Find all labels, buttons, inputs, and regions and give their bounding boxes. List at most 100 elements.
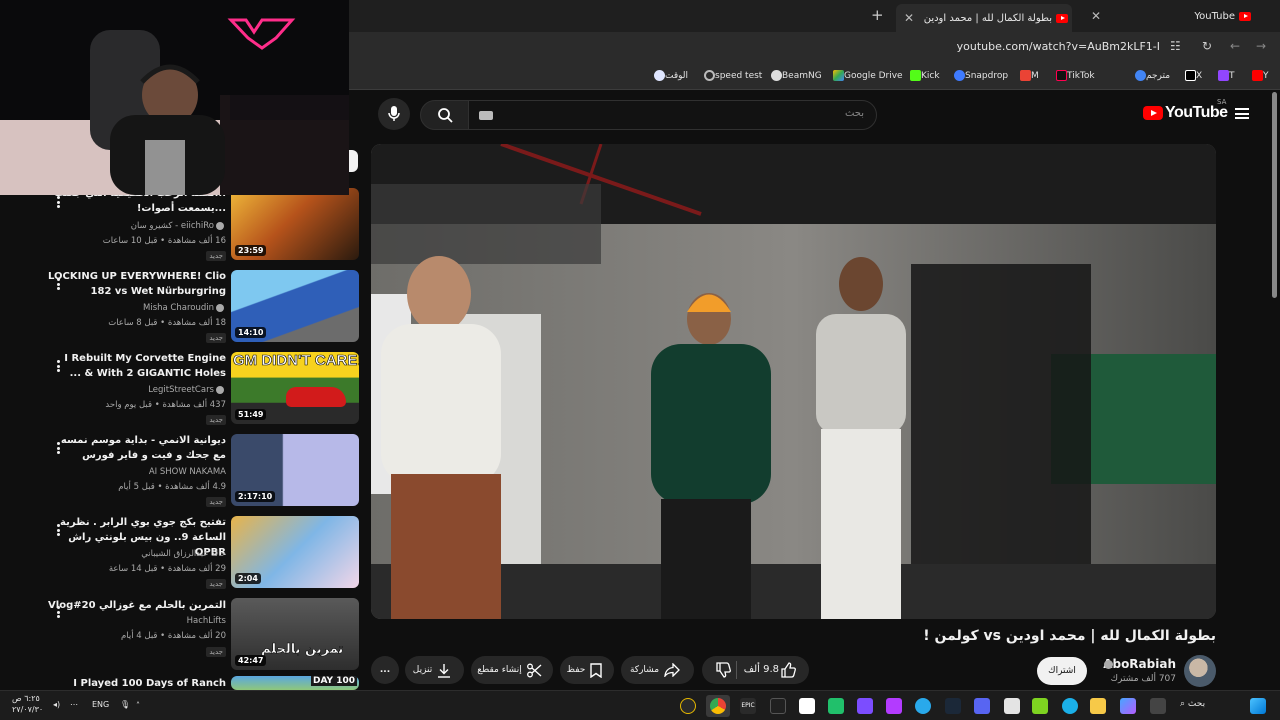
save-button[interactable]: حفظ bbox=[560, 656, 614, 684]
rec-title[interactable]: I Rebuilt My Corvette Engine With 2 GIGA… bbox=[46, 351, 226, 381]
volume-icon[interactable]: ◂) bbox=[53, 700, 60, 709]
nvidia-icon[interactable] bbox=[1032, 698, 1048, 714]
menu-icon[interactable] bbox=[1235, 108, 1249, 119]
rec-channel[interactable]: eiichiRo - كشيرو سان bbox=[26, 221, 226, 231]
video-thumbnail[interactable]: 2:04 bbox=[231, 516, 359, 588]
channel-name[interactable]: AboRabiah bbox=[1103, 657, 1176, 671]
bookmark-x[interactable]: X bbox=[1181, 70, 1202, 81]
snapdrop-icon bbox=[954, 70, 965, 81]
bookmark-youtube[interactable]: Y bbox=[1248, 70, 1269, 81]
rec-channel[interactable]: LegitStreetCars bbox=[26, 385, 226, 395]
url-field[interactable]: youtube.com/watch?v=AuBm2kLF1-I bbox=[957, 40, 1160, 53]
video-player[interactable] bbox=[371, 144, 1216, 619]
time-icon bbox=[654, 70, 665, 81]
back-icon[interactable]: → bbox=[1256, 39, 1266, 53]
copilot-icon[interactable] bbox=[1120, 698, 1136, 714]
more-options-icon[interactable] bbox=[57, 196, 61, 208]
rec-title[interactable]: ديوانية الانمي - بداية موسم نمسه مع جحك … bbox=[46, 433, 226, 463]
app-icon[interactable] bbox=[770, 698, 786, 714]
bookmark-gmail[interactable]: M bbox=[1016, 70, 1039, 81]
video-thumbnail[interactable]: 2:17:10 bbox=[231, 434, 359, 506]
tab-youtube[interactable]: YouTube ✕ bbox=[1085, 4, 1255, 28]
more-options-icon[interactable] bbox=[57, 606, 61, 618]
clip-button[interactable]: إنشاء مقطع bbox=[471, 656, 553, 684]
steam-icon[interactable] bbox=[945, 698, 961, 714]
more-options-icon[interactable] bbox=[57, 360, 61, 372]
video-thumbnail[interactable]: 14:10 bbox=[231, 270, 359, 342]
list-item[interactable]: 14:10 LOCKING UP EVERYWHERE! Clio 182 vs… bbox=[0, 270, 362, 346]
list-item[interactable]: DAY 100 I Played 100 Days of Ranch bbox=[0, 676, 362, 690]
notepad-icon[interactable] bbox=[1004, 698, 1020, 714]
tab-close-icon[interactable]: ✕ bbox=[1091, 9, 1101, 23]
edge-icon[interactable] bbox=[1062, 698, 1078, 714]
bookmark-speedtest[interactable]: speed test bbox=[700, 70, 762, 81]
app-icon[interactable] bbox=[886, 698, 902, 714]
video-thumbnail[interactable]: GM DIDN'T CARE! 51:49 bbox=[231, 352, 359, 424]
list-item[interactable]: تمرين بالحلم 42:47 التمرين بالحلم مع غوز… bbox=[0, 598, 362, 674]
download-button[interactable]: تنزيل bbox=[405, 656, 464, 684]
voice-search-button[interactable] bbox=[378, 98, 410, 130]
share-button[interactable]: مشاركة bbox=[621, 656, 694, 684]
file-explorer-icon[interactable] bbox=[1090, 698, 1106, 714]
more-options-icon[interactable] bbox=[57, 278, 61, 290]
document-icon[interactable] bbox=[799, 698, 815, 714]
video-thumbnail[interactable]: تمرين بالحلم 42:47 bbox=[231, 598, 359, 670]
windows-start-icon[interactable] bbox=[1250, 698, 1266, 714]
search-button[interactable] bbox=[420, 100, 470, 130]
rec-channel[interactable]: AI SHOW NAKAMA bbox=[26, 467, 226, 477]
more-options-icon[interactable] bbox=[57, 442, 61, 454]
list-item[interactable]: GM DIDN'T CARE! 51:49 I Rebuilt My Corve… bbox=[0, 352, 362, 428]
channel-avatar[interactable] bbox=[1184, 655, 1216, 687]
taskbar-search[interactable]: ⌕ بحث bbox=[1180, 699, 1205, 709]
video-thumbnail[interactable]: DAY 100 bbox=[231, 676, 359, 690]
x-icon bbox=[1185, 70, 1196, 81]
subscribe-button[interactable]: اشتراك bbox=[1037, 657, 1087, 685]
page-scrollbar[interactable] bbox=[1272, 92, 1277, 298]
bookmark-tiktok[interactable]: TikTok bbox=[1052, 70, 1095, 81]
epic-games-icon[interactable]: EPIC bbox=[740, 698, 756, 714]
microphone-icon[interactable]: 🎙 bbox=[120, 700, 130, 709]
video-thumbnail[interactable]: 23:59 bbox=[231, 188, 359, 260]
rec-channel[interactable]: HachLifts bbox=[26, 616, 226, 626]
more-options-icon[interactable] bbox=[57, 524, 61, 536]
telegram-icon[interactable] bbox=[915, 698, 931, 714]
discord-icon[interactable] bbox=[974, 698, 990, 714]
tab-close-icon[interactable]: ✕ bbox=[904, 11, 914, 25]
keyboard-icon[interactable] bbox=[479, 111, 493, 120]
search-input[interactable]: بحث bbox=[468, 100, 877, 130]
rec-title[interactable]: التمرين بالحلم مع غوزالي Vlog#20 bbox=[46, 598, 226, 613]
app-icon[interactable] bbox=[857, 698, 873, 714]
wifi-icon[interactable]: ⋯ bbox=[70, 700, 78, 709]
task-view-icon[interactable] bbox=[1150, 698, 1166, 714]
clock-time[interactable]: ٦:٢٥ ص bbox=[12, 694, 40, 703]
bookmark-twitch[interactable]: T bbox=[1214, 70, 1235, 81]
dislike-button[interactable] bbox=[710, 662, 736, 681]
list-item[interactable]: 2:17:10 ديوانية الانمي - بداية موسم نمسه… bbox=[0, 434, 362, 510]
bookmark-time[interactable]: الوقت bbox=[650, 70, 688, 81]
youtube-logo[interactable]: YouTube SA bbox=[1143, 98, 1228, 122]
list-item[interactable]: 23:59 ...لقمة الرعب الحقيقية التي جعلت .… bbox=[0, 188, 362, 264]
language-indicator[interactable]: ENG bbox=[92, 700, 109, 709]
rec-title[interactable]: LOCKING UP EVERYWHERE! Clio 182 vs Wet N… bbox=[46, 269, 226, 299]
bookmark-kick[interactable]: Kick bbox=[906, 70, 940, 81]
site-settings-icon[interactable]: ☷ bbox=[1170, 39, 1181, 53]
tab-current-video[interactable]: بطولة الكمال لله | محمد اودين vs... ✕ bbox=[896, 4, 1072, 32]
bookmark-beamng[interactable]: BeamNG bbox=[767, 70, 822, 81]
app-icon[interactable] bbox=[680, 698, 696, 714]
list-item[interactable]: 2:04 تفتيح بكج جوي بوي الرابر . نظرية ال… bbox=[0, 516, 362, 592]
new-tab-icon[interactable]: + bbox=[871, 6, 884, 24]
reload-icon[interactable]: ↻ bbox=[1202, 39, 1212, 53]
rec-channel[interactable]: خالد عبدالرزاق الشيباني bbox=[26, 549, 226, 559]
chrome-icon[interactable] bbox=[710, 698, 726, 714]
forward-icon[interactable]: ← bbox=[1230, 39, 1240, 53]
clock-date[interactable]: ٢٧/٠٧/٣٠ bbox=[12, 705, 43, 714]
chevron-up-icon[interactable]: ˄ bbox=[136, 701, 140, 710]
more-actions-button[interactable]: ... bbox=[371, 656, 399, 684]
rec-channel[interactable]: Misha Charoudin bbox=[26, 303, 226, 313]
duration-badge: 14:10 bbox=[235, 327, 267, 338]
bookmark-snapdrop[interactable]: Snapdrop bbox=[950, 70, 1008, 81]
rec-title[interactable]: I Played 100 Days of Ranch bbox=[46, 676, 226, 690]
bookmark-translate[interactable]: مترجم bbox=[1131, 70, 1170, 81]
bookmark-google-drive[interactable]: Google Drive bbox=[829, 70, 903, 81]
app-icon[interactable] bbox=[828, 698, 844, 714]
